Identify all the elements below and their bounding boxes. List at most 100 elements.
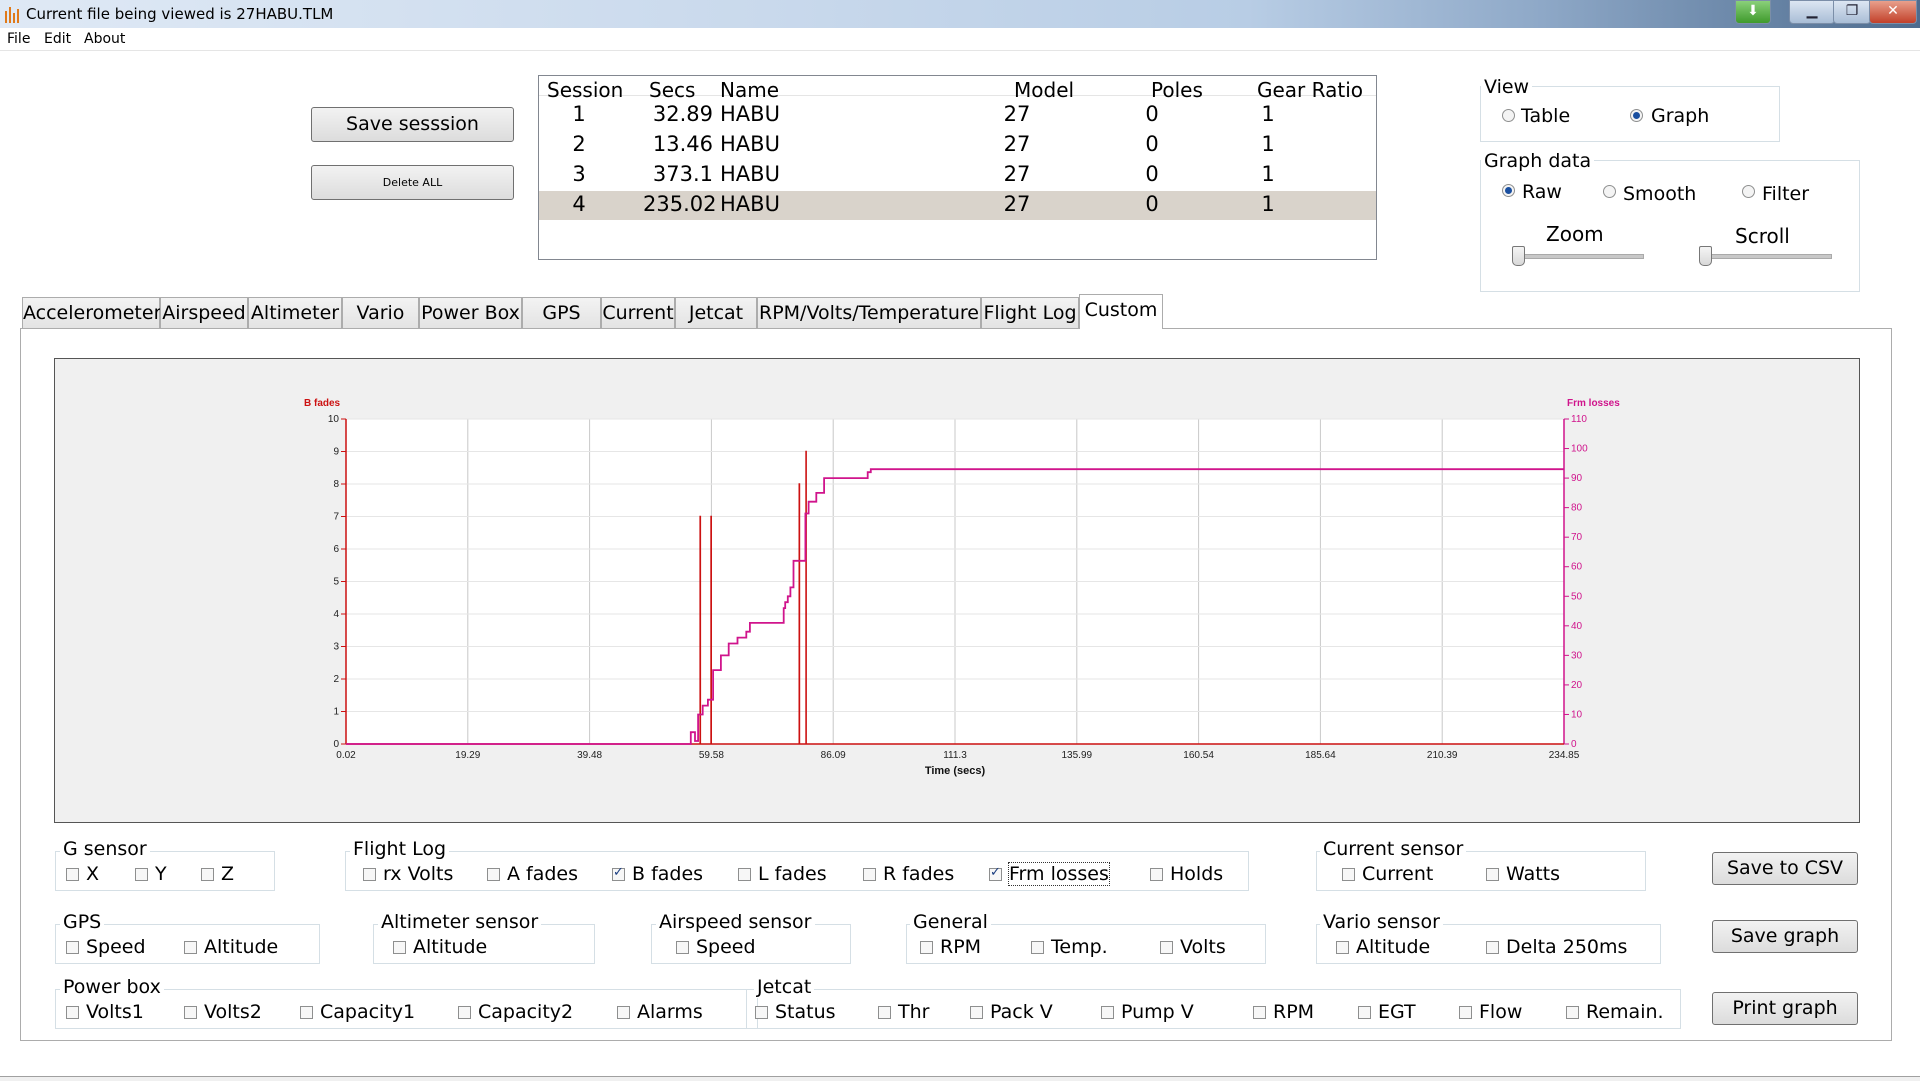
current-sensor-watts-label[interactable]: Watts xyxy=(1506,863,1560,885)
tab-custom[interactable]: Custom xyxy=(1079,294,1163,329)
vario-sensor-altitude-label[interactable]: Altitude xyxy=(1356,936,1430,958)
power-box-volts2-label[interactable]: Volts2 xyxy=(204,1001,262,1023)
filter-radio[interactable] xyxy=(1742,185,1755,198)
jetcat-pack-v-checkbox[interactable] xyxy=(970,1006,983,1019)
gps-speed-checkbox[interactable] xyxy=(66,941,79,954)
session-table[interactable]: Session Secs Name Model Poles Gear Ratio… xyxy=(538,75,1377,260)
power-box-capacity1-label[interactable]: Capacity1 xyxy=(320,1001,415,1023)
col-gear-ratio[interactable]: Gear Ratio xyxy=(1257,78,1363,102)
flight-log-l-fades-label[interactable]: L fades xyxy=(758,863,827,885)
view-graph-label[interactable]: Graph xyxy=(1651,105,1709,127)
flight-log-a-fades-label[interactable]: A fades xyxy=(507,863,578,885)
flight-log-rx-volts-label[interactable]: rx Volts xyxy=(383,863,453,885)
g-sensor-y-checkbox[interactable] xyxy=(135,868,148,881)
vario-sensor-delta-250ms-checkbox[interactable] xyxy=(1486,941,1499,954)
raw-label[interactable]: Raw xyxy=(1522,181,1562,203)
g-sensor-z-checkbox[interactable] xyxy=(201,868,214,881)
save-to-csv-button[interactable]: Save to CSV xyxy=(1712,852,1858,885)
flight-log-b-fades-label[interactable]: B fades xyxy=(632,863,703,885)
menu-file[interactable]: File xyxy=(7,31,30,47)
flight-log-rx-volts-checkbox[interactable] xyxy=(363,868,376,881)
tab-power-box[interactable]: Power Box xyxy=(419,297,522,328)
filter-label[interactable]: Filter xyxy=(1762,183,1809,205)
jetcat-thr-checkbox[interactable] xyxy=(878,1006,891,1019)
g-sensor-y-label[interactable]: Y xyxy=(155,863,167,885)
general-rpm-label[interactable]: RPM xyxy=(940,936,981,958)
close-button[interactable]: ✕ xyxy=(1869,0,1917,24)
jetcat-status-checkbox[interactable] xyxy=(755,1006,768,1019)
flight-log-a-fades-checkbox[interactable] xyxy=(487,868,500,881)
tab-current[interactable]: Current xyxy=(601,297,675,328)
view-table-label[interactable]: Table xyxy=(1521,105,1570,127)
power-box-volts1-label[interactable]: Volts1 xyxy=(86,1001,144,1023)
tab-vario[interactable]: Vario xyxy=(342,297,419,328)
current-sensor-watts-checkbox[interactable] xyxy=(1486,868,1499,881)
scroll-slider-thumb[interactable] xyxy=(1699,246,1712,266)
flight-log-holds-label[interactable]: Holds xyxy=(1170,863,1223,885)
tab-airspeed[interactable]: Airspeed xyxy=(160,297,248,328)
g-sensor-x-label[interactable]: X xyxy=(86,863,99,885)
jetcat-egt-checkbox[interactable] xyxy=(1358,1006,1371,1019)
flight-log-frm-losses-checkbox[interactable] xyxy=(989,865,1002,881)
tab-gps[interactable]: GPS xyxy=(522,297,601,328)
col-model[interactable]: Model xyxy=(1014,78,1074,102)
power-box-capacity1-checkbox[interactable] xyxy=(300,1006,313,1019)
general-rpm-checkbox[interactable] xyxy=(920,941,933,954)
zoom-slider-thumb[interactable] xyxy=(1512,246,1525,266)
airspeed-sensor-speed-label[interactable]: Speed xyxy=(696,936,756,958)
smooth-label[interactable]: Smooth xyxy=(1623,183,1696,205)
col-secs[interactable]: Secs xyxy=(649,78,695,102)
download-icon[interactable]: ⬇ xyxy=(1735,0,1771,24)
jetcat-remain-checkbox[interactable] xyxy=(1566,1006,1579,1019)
general-volts-label[interactable]: Volts xyxy=(1180,936,1226,958)
power-box-capacity2-label[interactable]: Capacity2 xyxy=(478,1001,573,1023)
current-sensor-current-label[interactable]: Current xyxy=(1362,863,1433,885)
power-box-volts2-checkbox[interactable] xyxy=(184,1006,197,1019)
raw-radio[interactable] xyxy=(1502,184,1515,197)
gps-altitude-checkbox[interactable] xyxy=(184,941,197,954)
tab-jetcat[interactable]: Jetcat xyxy=(675,297,757,328)
jetcat-rpm-label[interactable]: RPM xyxy=(1273,1001,1314,1023)
general-temp-checkbox[interactable] xyxy=(1031,941,1044,954)
jetcat-pump-v-label[interactable]: Pump V xyxy=(1121,1001,1194,1023)
flight-log-holds-checkbox[interactable] xyxy=(1150,868,1163,881)
power-box-volts1-checkbox[interactable] xyxy=(66,1006,79,1019)
flight-log-r-fades-checkbox[interactable] xyxy=(863,868,876,881)
jetcat-status-label[interactable]: Status xyxy=(775,1001,836,1023)
view-table-radio[interactable] xyxy=(1502,109,1515,122)
gps-speed-label[interactable]: Speed xyxy=(86,936,146,958)
menu-about[interactable]: About xyxy=(84,31,125,47)
power-box-capacity2-checkbox[interactable] xyxy=(458,1006,471,1019)
maximize-button[interactable]: ❐ xyxy=(1833,0,1871,24)
smooth-radio[interactable] xyxy=(1603,185,1616,198)
jetcat-egt-label[interactable]: EGT xyxy=(1378,1001,1416,1023)
col-session[interactable]: Session xyxy=(547,78,623,102)
airspeed-sensor-speed-checkbox[interactable] xyxy=(676,941,689,954)
jetcat-rpm-checkbox[interactable] xyxy=(1253,1006,1266,1019)
altimeter-sensor-altitude-checkbox[interactable] xyxy=(393,941,406,954)
col-name[interactable]: Name xyxy=(720,78,779,102)
save-session-button[interactable]: Save sesssion xyxy=(311,107,514,142)
general-temp-label[interactable]: Temp. xyxy=(1051,936,1108,958)
zoom-slider-track[interactable] xyxy=(1512,254,1644,259)
current-sensor-current-checkbox[interactable] xyxy=(1342,868,1355,881)
jetcat-pump-v-checkbox[interactable] xyxy=(1101,1006,1114,1019)
altimeter-sensor-altitude-label[interactable]: Altitude xyxy=(413,936,487,958)
g-sensor-x-checkbox[interactable] xyxy=(66,868,79,881)
flight-log-r-fades-label[interactable]: R fades xyxy=(883,863,954,885)
vario-sensor-delta-250ms-label[interactable]: Delta 250ms xyxy=(1506,936,1627,958)
g-sensor-z-label[interactable]: Z xyxy=(221,863,234,885)
flight-log-l-fades-checkbox[interactable] xyxy=(738,868,751,881)
jetcat-thr-label[interactable]: Thr xyxy=(898,1001,929,1023)
jetcat-pack-v-label[interactable]: Pack V xyxy=(990,1001,1053,1023)
gps-altitude-label[interactable]: Altitude xyxy=(204,936,278,958)
tab-altimeter[interactable]: Altimeter xyxy=(248,297,342,328)
col-poles[interactable]: Poles xyxy=(1151,78,1203,102)
flight-log-frm-losses-label[interactable]: Frm losses xyxy=(1008,862,1110,886)
menu-edit[interactable]: Edit xyxy=(44,31,71,47)
flight-log-b-fades-checkbox[interactable] xyxy=(612,865,625,881)
power-box-alarms-checkbox[interactable] xyxy=(617,1006,630,1019)
tab-rpm-volts-temperature[interactable]: RPM/Volts/Temperature xyxy=(757,297,981,328)
view-graph-radio[interactable] xyxy=(1630,109,1643,122)
jetcat-flow-checkbox[interactable] xyxy=(1459,1006,1472,1019)
